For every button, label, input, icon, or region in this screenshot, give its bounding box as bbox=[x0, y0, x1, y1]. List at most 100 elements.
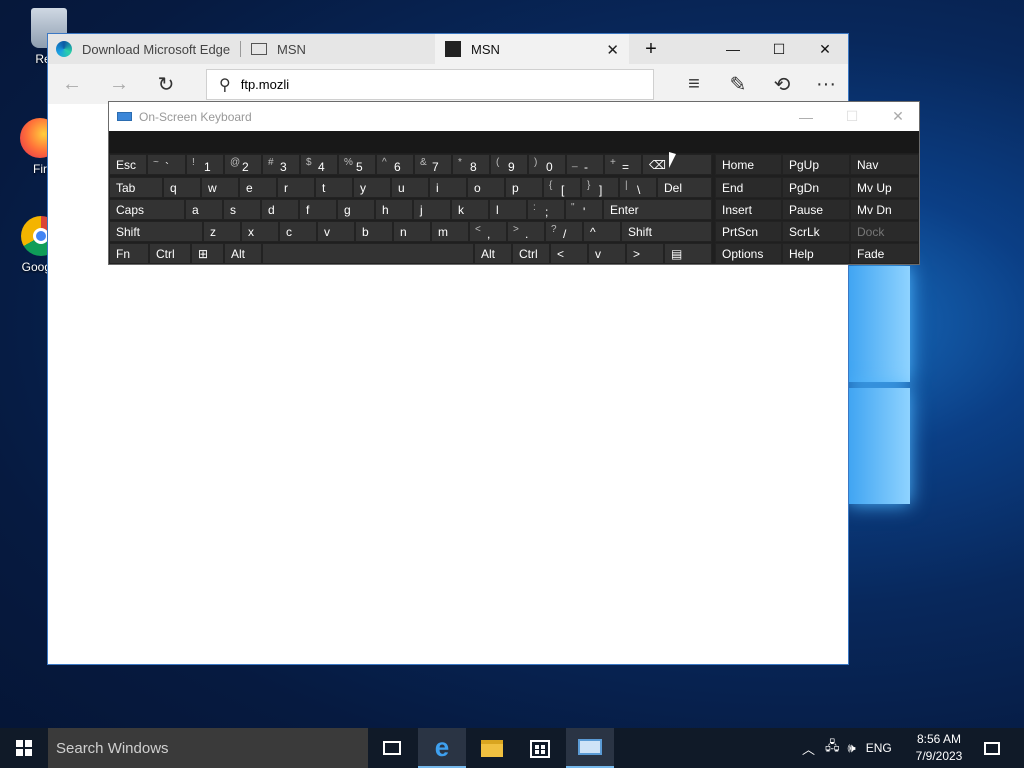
osk-key-8[interactable]: * 8 bbox=[452, 154, 490, 175]
osk-key-help[interactable]: Help bbox=[782, 243, 850, 264]
osk-key-insert[interactable]: Insert bbox=[715, 199, 782, 220]
refresh-button[interactable]: ↻ bbox=[148, 68, 184, 100]
address-input[interactable] bbox=[240, 77, 621, 92]
osk-key-sym[interactable]: <, bbox=[469, 221, 507, 242]
osk-key-mvdn[interactable]: Mv Dn bbox=[850, 199, 919, 220]
hub-button[interactable]: ≡ bbox=[676, 68, 712, 100]
osk-close-button[interactable]: ✕ bbox=[875, 102, 921, 131]
osk-key-5[interactable]: % 5 bbox=[338, 154, 376, 175]
show-hidden-icons-icon[interactable]: ︿ bbox=[802, 739, 815, 758]
osk-key-del[interactable]: Del bbox=[657, 177, 712, 198]
osk-key-esc[interactable]: Esc bbox=[109, 154, 147, 175]
osk-key-backspace[interactable]: ⌫ bbox=[642, 154, 712, 175]
osk-key-1[interactable]: ! 1 bbox=[186, 154, 224, 175]
osk-key-sym[interactable]: > bbox=[626, 243, 664, 264]
osk-key-m[interactable]: m bbox=[431, 221, 469, 242]
close-button[interactable]: ✕ bbox=[802, 34, 848, 64]
osk-key-d[interactable]: d bbox=[261, 199, 299, 220]
osk-key-tab[interactable]: Tab bbox=[109, 177, 163, 198]
osk-key-mvup[interactable]: Mv Up bbox=[850, 177, 919, 198]
osk-key-n[interactable]: n bbox=[393, 221, 431, 242]
osk-key-c[interactable]: c bbox=[279, 221, 317, 242]
osk-key-a[interactable]: a bbox=[185, 199, 223, 220]
osk-key-home[interactable]: Home bbox=[715, 154, 782, 175]
osk-key-options[interactable]: Options bbox=[715, 243, 782, 264]
taskbar-search-box[interactable]: Search Windows bbox=[48, 728, 368, 768]
osk-key-q[interactable]: q bbox=[163, 177, 201, 198]
osk-key-v[interactable]: v bbox=[588, 243, 626, 264]
osk-key-r[interactable]: r bbox=[277, 177, 315, 198]
osk-key-nav[interactable]: Nav bbox=[850, 154, 919, 175]
osk-key-j[interactable]: j bbox=[413, 199, 451, 220]
osk-key-sym[interactable]: ^ bbox=[583, 221, 621, 242]
taskbar-osk[interactable] bbox=[566, 728, 614, 768]
osk-key-spacespace[interactable] bbox=[262, 243, 474, 264]
network-icon[interactable]: 🖧 bbox=[825, 737, 840, 759]
start-button[interactable] bbox=[0, 728, 48, 768]
osk-key-sym[interactable]: ⊞ bbox=[191, 243, 224, 264]
maximize-button[interactable]: ☐ bbox=[756, 34, 802, 64]
osk-key-2[interactable]: @2 bbox=[224, 154, 262, 175]
tab-msn-1[interactable]: MSN bbox=[241, 34, 435, 64]
taskbar-store[interactable] bbox=[516, 728, 564, 768]
taskbar-edge[interactable]: e bbox=[418, 728, 466, 768]
osk-key-f[interactable]: f bbox=[299, 199, 337, 220]
osk-key-pgdn[interactable]: PgDn bbox=[782, 177, 850, 198]
osk-key-7[interactable]: & 7 bbox=[414, 154, 452, 175]
clock[interactable]: 8:56 AM 7/9/2023 bbox=[910, 731, 968, 765]
osk-maximize-button[interactable]: ☐ bbox=[829, 102, 875, 131]
osk-key-sym[interactable]: {[ bbox=[543, 177, 581, 198]
volume-icon[interactable]: 🕪 bbox=[848, 740, 856, 756]
minimize-button[interactable]: — bbox=[710, 34, 756, 64]
action-center-button[interactable] bbox=[968, 728, 1016, 768]
tab-download-edge[interactable]: Download Microsoft Edge bbox=[48, 34, 240, 64]
osk-key-minus[interactable]: _ - bbox=[566, 154, 604, 175]
osk-key-i[interactable]: i bbox=[429, 177, 467, 198]
taskbar-file-explorer[interactable] bbox=[468, 728, 516, 768]
language-indicator[interactable]: ENG bbox=[866, 741, 892, 755]
osk-key-b[interactable]: b bbox=[355, 221, 393, 242]
osk-key-shift[interactable]: Shift bbox=[109, 221, 203, 242]
osk-key-sym[interactable]: }] bbox=[581, 177, 619, 198]
forward-button[interactable]: → bbox=[101, 68, 137, 100]
osk-key-alt[interactable]: Alt bbox=[474, 243, 512, 264]
web-note-button[interactable]: ✎ bbox=[720, 68, 756, 100]
osk-key-s[interactable]: s bbox=[223, 199, 261, 220]
osk-key-z[interactable]: z bbox=[203, 221, 241, 242]
osk-key-equals[interactable]: + = bbox=[604, 154, 642, 175]
osk-key-u[interactable]: u bbox=[391, 177, 429, 198]
share-button[interactable]: ⟲ bbox=[764, 68, 800, 100]
address-bar[interactable]: ⚲ bbox=[206, 69, 654, 100]
osk-key-p[interactable]: p bbox=[505, 177, 543, 198]
osk-key-ctrl[interactable]: Ctrl bbox=[149, 243, 191, 264]
osk-key-e[interactable]: e bbox=[239, 177, 277, 198]
tab-msn-active[interactable]: MSN ✕ bbox=[435, 34, 629, 64]
osk-key-0[interactable]: ) 0 bbox=[528, 154, 566, 175]
osk-key-ctrl[interactable]: Ctrl bbox=[512, 243, 550, 264]
osk-key-sym[interactable]: ▤ bbox=[664, 243, 712, 264]
osk-key-pgup[interactable]: PgUp bbox=[782, 154, 850, 175]
osk-key-y[interactable]: y bbox=[353, 177, 391, 198]
osk-key-sym[interactable]: >. bbox=[507, 221, 545, 242]
close-tab-icon[interactable]: ✕ bbox=[606, 41, 619, 59]
osk-key-6[interactable]: ^ 6 bbox=[376, 154, 414, 175]
osk-key-pause[interactable]: Pause bbox=[782, 199, 850, 220]
new-tab-button[interactable]: + bbox=[628, 34, 674, 64]
osk-key-enter[interactable]: Enter bbox=[603, 199, 712, 220]
osk-key-v[interactable]: v bbox=[317, 221, 355, 242]
osk-key-t[interactable]: t bbox=[315, 177, 353, 198]
osk-key-sym[interactable]: :; bbox=[527, 199, 565, 220]
osk-key-g[interactable]: g bbox=[337, 199, 375, 220]
osk-key-w[interactable]: w bbox=[201, 177, 239, 198]
osk-key-x[interactable]: x bbox=[241, 221, 279, 242]
osk-key-shift[interactable]: Shift bbox=[621, 221, 712, 242]
osk-key-9[interactable]: (9 bbox=[490, 154, 528, 175]
osk-key-fade[interactable]: Fade bbox=[850, 243, 919, 264]
osk-key-sym[interactable]: | \ bbox=[619, 177, 657, 198]
osk-key-backtick[interactable]: ~ ` bbox=[147, 154, 186, 175]
osk-key-prtscn[interactable]: PrtScn bbox=[715, 221, 782, 242]
osk-key-l[interactable]: l bbox=[489, 199, 527, 220]
osk-key-h[interactable]: h bbox=[375, 199, 413, 220]
osk-key-alt[interactable]: Alt bbox=[224, 243, 262, 264]
back-button[interactable]: ← bbox=[54, 68, 90, 100]
